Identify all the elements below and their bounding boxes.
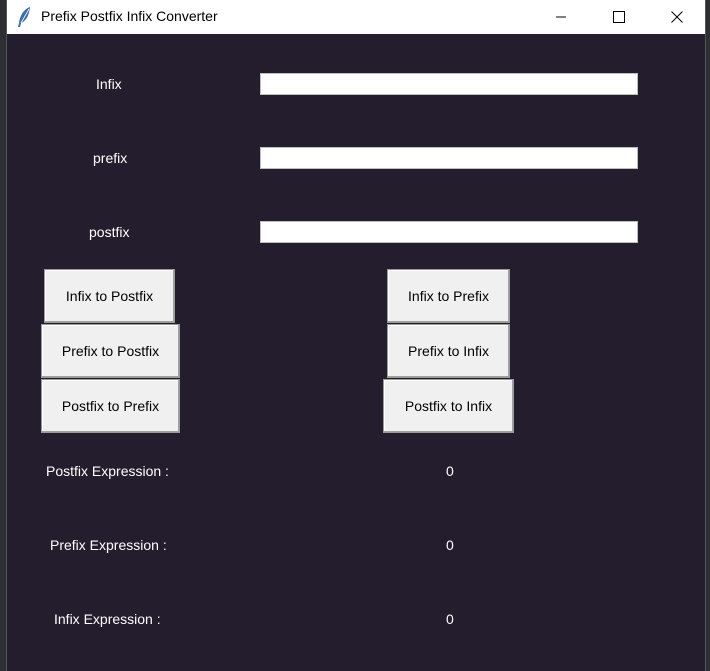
desktop-background-right <box>706 0 710 671</box>
postfix-label: postfix <box>89 224 130 240</box>
minimize-icon <box>556 16 566 18</box>
prefix-input[interactable] <box>260 147 638 169</box>
prefix-to-infix-button[interactable]: Prefix to Infix <box>387 324 510 378</box>
postfix-to-prefix-button[interactable]: Postfix to Prefix <box>41 379 180 433</box>
infix-expression-value: 0 <box>446 611 454 627</box>
infix-to-prefix-button[interactable]: Infix to Prefix <box>387 269 510 323</box>
infix-input[interactable] <box>260 73 638 95</box>
app-window: Prefix Postfix Infix Converter Infix pre… <box>6 0 706 671</box>
prefix-expression-value: 0 <box>446 537 454 553</box>
infix-to-postfix-button[interactable]: Infix to Postfix <box>44 269 175 323</box>
maximize-button[interactable] <box>596 0 642 34</box>
infix-label: Infix <box>96 76 122 92</box>
prefix-label: prefix <box>93 150 128 166</box>
minimize-button[interactable] <box>538 0 584 34</box>
title-bar[interactable]: Prefix Postfix Infix Converter <box>7 0 705 34</box>
window-title: Prefix Postfix Infix Converter <box>41 8 218 24</box>
postfix-expression-label: Postfix Expression : <box>46 463 169 479</box>
postfix-input[interactable] <box>260 221 638 243</box>
prefix-to-postfix-button[interactable]: Prefix to Postfix <box>41 324 180 378</box>
close-button[interactable] <box>654 0 700 34</box>
infix-expression-label: Infix Expression : <box>54 611 161 627</box>
postfix-expression-value: 0 <box>446 463 454 479</box>
close-icon <box>671 11 683 23</box>
prefix-expression-label: Prefix Expression : <box>50 537 167 553</box>
postfix-to-infix-button[interactable]: Postfix to Infix <box>383 379 514 433</box>
maximize-icon <box>613 11 625 23</box>
feather-icon <box>18 7 30 27</box>
